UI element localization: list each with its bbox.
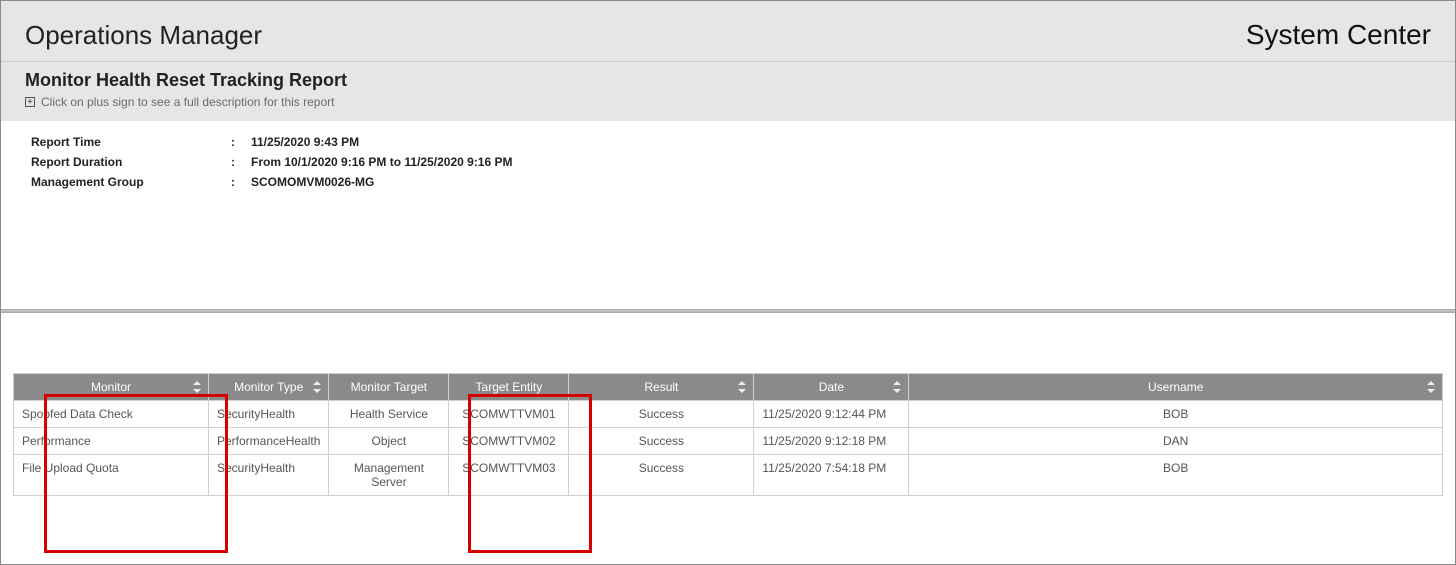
cell-monitor-type: SecurityHealth (209, 455, 329, 496)
hint-text: Click on plus sign to see a full descrip… (41, 95, 334, 109)
col-result[interactable]: Result (569, 374, 754, 401)
report-meta: Report Time : 11/25/2020 9:43 PM Report … (1, 121, 1455, 189)
cell-target-entity: SCOMWTTVM01 (449, 401, 569, 428)
sort-icon[interactable] (312, 380, 322, 394)
cell-monitor: File Upload Quota (14, 455, 209, 496)
hint-row: + Click on plus sign to see a full descr… (25, 95, 1431, 109)
table-row[interactable]: Performance PerformanceHealth Object SCO… (14, 428, 1443, 455)
brand-title: System Center (1246, 19, 1431, 51)
cell-target-entity: SCOMWTTVM03 (449, 455, 569, 496)
cell-monitor-target: Management Server (329, 455, 449, 496)
cell-date: 11/25/2020 9:12:44 PM (754, 401, 909, 428)
table-row[interactable]: File Upload Quota SecurityHealth Managem… (14, 455, 1443, 496)
col-monitor-target[interactable]: Monitor Target (329, 374, 449, 401)
col-date[interactable]: Date (754, 374, 909, 401)
results-table: Monitor Monitor Type Monitor Target Targ… (13, 373, 1443, 496)
cell-username: BOB (909, 455, 1443, 496)
meta-value-duration: From 10/1/2020 9:16 PM to 11/25/2020 9:1… (251, 155, 512, 169)
cell-date: 11/25/2020 9:12:18 PM (754, 428, 909, 455)
cell-monitor-target: Health Service (329, 401, 449, 428)
cell-date: 11/25/2020 7:54:18 PM (754, 455, 909, 496)
meta-label-mgmt-group: Management Group (31, 175, 231, 189)
app-header: Operations Manager System Center (1, 1, 1455, 62)
col-monitor[interactable]: Monitor (14, 374, 209, 401)
table-row[interactable]: Spoofed Data Check SecurityHealth Health… (14, 401, 1443, 428)
results-table-wrap: Monitor Monitor Type Monitor Target Targ… (1, 373, 1455, 496)
col-monitor-type[interactable]: Monitor Type (209, 374, 329, 401)
cell-monitor-type: PerformanceHealth (209, 428, 329, 455)
cell-target-entity: SCOMWTTVM02 (449, 428, 569, 455)
cell-monitor: Performance (14, 428, 209, 455)
cell-result: Success (569, 455, 754, 496)
report-page: Operations Manager System Center Monitor… (0, 0, 1456, 565)
section-divider (1, 309, 1455, 313)
expand-plus-icon[interactable]: + (25, 97, 35, 107)
app-title: Operations Manager (25, 20, 262, 51)
meta-label-duration: Report Duration (31, 155, 231, 169)
meta-label-time: Report Time (31, 135, 231, 149)
report-subheader: Monitor Health Reset Tracking Report + C… (1, 62, 1455, 121)
col-username[interactable]: Username (909, 374, 1443, 401)
col-target-entity[interactable]: Target Entity (449, 374, 569, 401)
sort-icon[interactable] (737, 380, 747, 394)
sort-icon[interactable] (1426, 380, 1436, 394)
cell-username: BOB (909, 401, 1443, 428)
cell-monitor: Spoofed Data Check (14, 401, 209, 428)
report-title: Monitor Health Reset Tracking Report (25, 70, 1431, 91)
meta-value-time: 11/25/2020 9:43 PM (251, 135, 359, 149)
cell-result: Success (569, 428, 754, 455)
cell-result: Success (569, 401, 754, 428)
table-header-row: Monitor Monitor Type Monitor Target Targ… (14, 374, 1443, 401)
meta-value-mgmt-group: SCOMOMVM0026-MG (251, 175, 374, 189)
cell-monitor-target: Object (329, 428, 449, 455)
sort-icon[interactable] (892, 380, 902, 394)
sort-icon[interactable] (192, 380, 202, 394)
cell-username: DAN (909, 428, 1443, 455)
cell-monitor-type: SecurityHealth (209, 401, 329, 428)
